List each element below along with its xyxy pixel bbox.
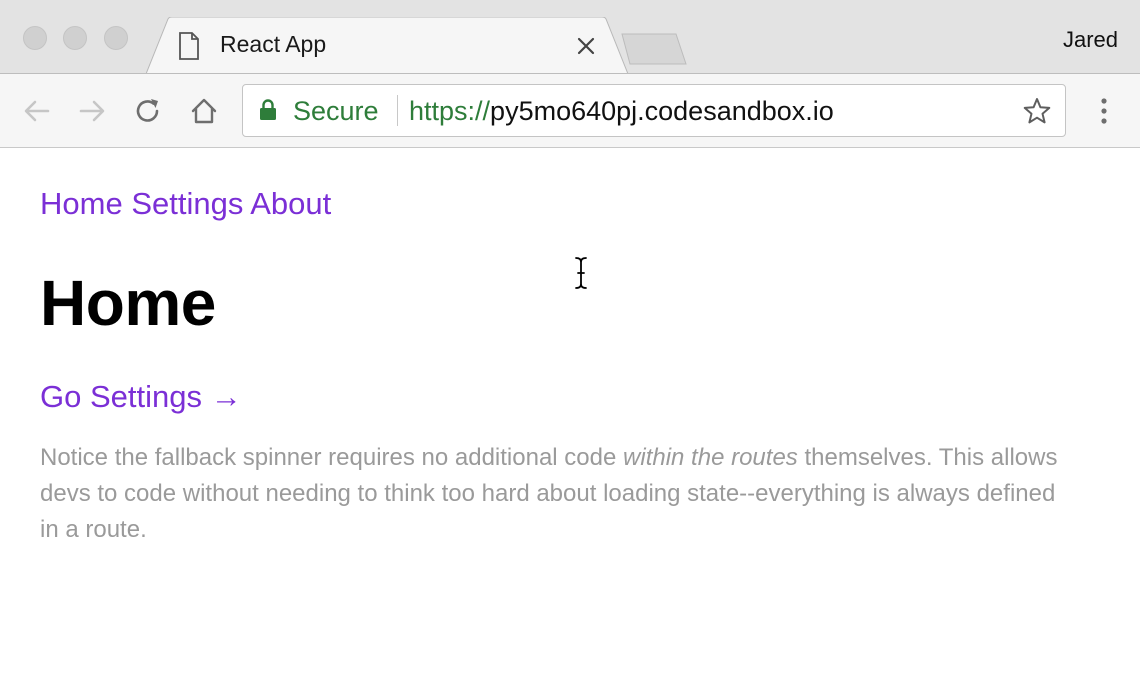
bookmark-star-icon[interactable] bbox=[1023, 97, 1051, 125]
tab-active[interactable]: React App bbox=[146, 17, 632, 75]
kebab-menu-icon[interactable] bbox=[1090, 96, 1120, 126]
reload-icon[interactable] bbox=[133, 96, 163, 126]
minimize-window-button[interactable] bbox=[63, 26, 87, 50]
forward-arrow-icon[interactable] bbox=[77, 96, 107, 126]
notice-text-before: Notice the fallback spinner requires no … bbox=[40, 444, 624, 471]
address-bar[interactable]: Secure https://py5mo640pj.codesandbox.io bbox=[242, 84, 1066, 137]
text-cursor-icon bbox=[575, 257, 587, 289]
notice-emphasis: within the routes bbox=[623, 444, 798, 471]
zoom-window-button[interactable] bbox=[104, 26, 128, 50]
lock-icon bbox=[260, 99, 276, 120]
profile-name[interactable]: Jared bbox=[1063, 27, 1118, 53]
new-tab-button[interactable] bbox=[620, 32, 690, 66]
url-text[interactable]: https://py5mo640pj.codesandbox.io bbox=[409, 96, 834, 127]
secure-label: Secure bbox=[293, 96, 379, 126]
tab-shape bbox=[146, 17, 629, 75]
go-settings-link[interactable]: Go Settings → bbox=[40, 379, 242, 415]
nav-link-about[interactable]: About bbox=[250, 186, 331, 221]
nav-link-home[interactable]: Home bbox=[40, 186, 123, 221]
browser-toolbar: Secure https://py5mo640pj.codesandbox.io bbox=[0, 73, 1140, 148]
back-arrow-icon[interactable] bbox=[22, 96, 52, 126]
close-tab-icon[interactable] bbox=[574, 34, 598, 58]
address-separator bbox=[397, 95, 398, 126]
url-scheme: https:// bbox=[409, 96, 491, 126]
page-icon bbox=[179, 32, 199, 60]
url-host: py5mo640pj.codesandbox.io bbox=[490, 96, 834, 126]
app-nav: Home Settings About bbox=[40, 186, 331, 222]
close-window-button[interactable] bbox=[23, 26, 47, 50]
tab-strip: React App Jared bbox=[0, 0, 1140, 75]
page-title: Home bbox=[40, 267, 216, 339]
tab-title: React App bbox=[220, 31, 327, 57]
home-icon[interactable] bbox=[189, 96, 219, 126]
notice-paragraph: Notice the fallback spinner requires no … bbox=[40, 440, 1080, 548]
nav-link-settings[interactable]: Settings bbox=[131, 186, 243, 221]
page-content: Home Settings About Home Go Settings → N… bbox=[0, 148, 1140, 692]
